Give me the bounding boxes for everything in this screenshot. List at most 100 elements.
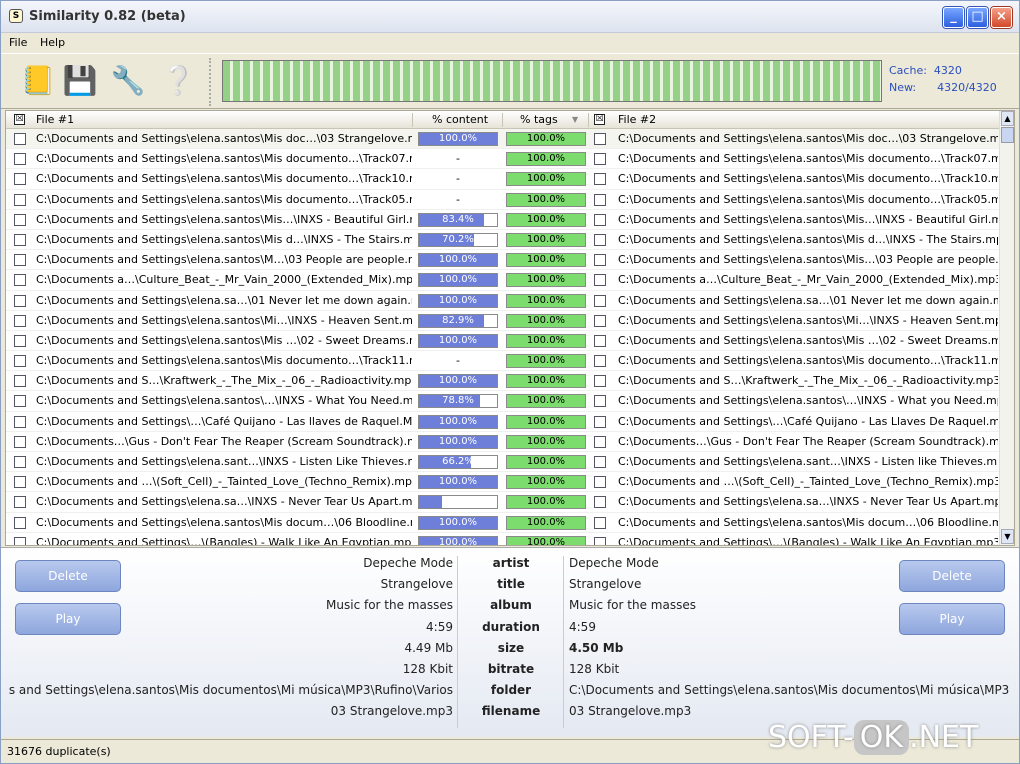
row-checkbox-1[interactable] bbox=[14, 193, 26, 206]
file1-path: C:\Documents and Settings\elena.santos\M… bbox=[36, 172, 412, 186]
row-checkbox-2[interactable] bbox=[594, 233, 606, 246]
column-file1[interactable]: File #1 bbox=[36, 113, 74, 126]
row-checkbox-2[interactable] bbox=[594, 456, 606, 468]
table-row[interactable]: C:\Documents and Settings\elena.santos\M… bbox=[6, 351, 999, 372]
table-row[interactable]: C:\Documents and Settings\elena.santos\M… bbox=[6, 331, 999, 352]
column-divider[interactable] bbox=[588, 113, 589, 127]
table-row[interactable]: C:\Documents…\Gus - Don't Fear The Reape… bbox=[6, 432, 999, 452]
table-row[interactable]: C:\Documents and Settings\elena.santos\M… bbox=[6, 190, 999, 210]
row-checkbox-1[interactable] bbox=[14, 375, 26, 388]
row-checkbox-1[interactable] bbox=[14, 254, 26, 267]
row-checkbox-1[interactable] bbox=[14, 476, 26, 489]
row-checkbox-1[interactable] bbox=[14, 415, 26, 428]
row-checkbox-1[interactable] bbox=[14, 516, 26, 529]
help-book-icon[interactable]: ❔ bbox=[159, 59, 197, 103]
content-match-bar: 100.0% bbox=[418, 475, 498, 490]
close-button[interactable]: × bbox=[991, 7, 1012, 28]
content-match-label: 100.0% bbox=[438, 375, 478, 387]
column-content[interactable]: % content bbox=[432, 113, 488, 126]
row-checkbox-2[interactable] bbox=[594, 334, 606, 347]
row-checkbox-2[interactable] bbox=[594, 274, 606, 287]
row-checkbox-2[interactable] bbox=[594, 294, 606, 307]
table-row[interactable]: C:\Documents and Settings\…\(Bangles) - … bbox=[6, 533, 999, 545]
row-checkbox-1[interactable] bbox=[14, 456, 26, 468]
row-checkbox-1[interactable] bbox=[14, 536, 26, 545]
row-checkbox-1[interactable] bbox=[14, 213, 26, 226]
wrench-icon[interactable]: 🔧 bbox=[109, 59, 147, 103]
column-divider[interactable] bbox=[502, 113, 503, 127]
table-row[interactable]: C:\Documents and Settings\elena.santos\M… bbox=[6, 250, 999, 271]
scroll-thumb[interactable] bbox=[1001, 127, 1014, 143]
table-row[interactable]: C:\Documents and Settings\elena.santos\M… bbox=[6, 169, 999, 190]
minimize-button[interactable]: _ bbox=[943, 7, 964, 28]
maximize-button[interactable]: □ bbox=[967, 7, 988, 28]
row-checkbox-2[interactable] bbox=[594, 516, 606, 529]
table-row[interactable]: C:\Documents and Settings\elena.santos\M… bbox=[6, 149, 999, 170]
file2-path: C:\Documents and Settings\elena.santos\M… bbox=[618, 333, 998, 347]
content-match-label: 70.2% bbox=[442, 233, 474, 245]
tags-match-bar: 100.0% bbox=[506, 313, 586, 328]
row-checkbox-2[interactable] bbox=[594, 536, 606, 545]
row-checkbox-1[interactable] bbox=[14, 355, 26, 368]
file2-path: C:\Documents and Settings\elena.santos\M… bbox=[618, 212, 998, 226]
detail-key-filename: filename bbox=[481, 704, 541, 719]
duplicates-table: ☒ File #1 % content % tags ▼ ☒ File #2 C… bbox=[5, 110, 1015, 546]
row-checkbox-2[interactable] bbox=[594, 193, 606, 206]
row-checkbox-1[interactable] bbox=[14, 274, 26, 287]
content-match-label: 100.0% bbox=[438, 294, 478, 306]
row-checkbox-1[interactable] bbox=[14, 314, 26, 327]
column-divider[interactable] bbox=[412, 113, 413, 127]
row-checkbox-2[interactable] bbox=[594, 415, 606, 428]
row-checkbox-1[interactable] bbox=[14, 395, 26, 408]
table-row[interactable]: C:\Documents and S…\Kraftwerk_-_The_Mix_… bbox=[6, 371, 999, 392]
table-row[interactable]: C:\Documents a…\Culture_Beat_-_Mr_Vain_2… bbox=[6, 270, 999, 291]
row-checkbox-1[interactable] bbox=[14, 334, 26, 347]
row-checkbox-1[interactable] bbox=[14, 233, 26, 246]
row-checkbox-2[interactable] bbox=[594, 173, 606, 186]
select-all-checkbox-2[interactable]: ☒ bbox=[594, 114, 605, 125]
row-checkbox-1[interactable] bbox=[14, 435, 26, 448]
open-book-icon[interactable]: 📒 bbox=[19, 59, 57, 103]
column-file2[interactable]: File #2 bbox=[618, 113, 656, 126]
row-checkbox-1[interactable] bbox=[14, 294, 26, 307]
row-checkbox-1[interactable] bbox=[14, 496, 26, 509]
row-checkbox-1[interactable] bbox=[14, 133, 26, 145]
save-disk-icon[interactable]: 💾 bbox=[61, 59, 99, 103]
row-checkbox-2[interactable] bbox=[594, 496, 606, 509]
row-checkbox-2[interactable] bbox=[594, 254, 606, 267]
row-checkbox-2[interactable] bbox=[594, 133, 606, 145]
row-checkbox-2[interactable] bbox=[594, 395, 606, 408]
table-row[interactable]: C:\Documents and Settings\elena.santos\M… bbox=[6, 230, 999, 251]
detail-key-size: size bbox=[497, 640, 525, 655]
table-row[interactable]: C:\Documents and …\(Soft_Cell)_-_Tainted… bbox=[6, 472, 999, 493]
table-row[interactable]: C:\Documents and Settings\…\Café Quijano… bbox=[6, 412, 999, 432]
title-bar[interactable]: S Similarity 0.82 (beta) _ □ × bbox=[1, 1, 1019, 33]
vertical-scrollbar[interactable]: ▲ ▼ bbox=[999, 111, 1014, 545]
row-checkbox-1[interactable] bbox=[14, 153, 26, 166]
row-checkbox-2[interactable] bbox=[594, 355, 606, 368]
table-row[interactable]: C:\Documents and Settings\elena.santos\M… bbox=[6, 210, 999, 230]
row-checkbox-2[interactable] bbox=[594, 213, 606, 226]
row-checkbox-2[interactable] bbox=[594, 476, 606, 489]
content-match-bar: 100.0% bbox=[418, 374, 498, 389]
row-checkbox-1[interactable] bbox=[14, 173, 26, 186]
row-checkbox-2[interactable] bbox=[594, 375, 606, 388]
menu-help[interactable]: Help bbox=[40, 36, 65, 49]
detail-left-value: 4.49 Mb bbox=[404, 640, 453, 655]
toolbar-grip[interactable] bbox=[209, 58, 215, 106]
row-checkbox-2[interactable] bbox=[594, 435, 606, 448]
row-checkbox-2[interactable] bbox=[594, 153, 606, 166]
column-tags[interactable]: % tags bbox=[520, 113, 558, 126]
scroll-up-button[interactable]: ▲ bbox=[1001, 111, 1014, 126]
table-row[interactable]: C:\Documents and Settings\elena.santos\M… bbox=[6, 129, 999, 150]
table-row[interactable]: C:\Documents and Settings\elena.sa…\INXS… bbox=[6, 492, 999, 513]
scroll-down-button[interactable]: ▼ bbox=[1001, 529, 1014, 544]
table-row[interactable]: C:\Documents and Settings\elena.sant…\IN… bbox=[6, 452, 999, 473]
table-row[interactable]: C:\Documents and Settings\elena.santos\…… bbox=[6, 391, 999, 412]
row-checkbox-2[interactable] bbox=[594, 314, 606, 327]
menu-file[interactable]: File bbox=[9, 36, 27, 49]
table-row[interactable]: C:\Documents and Settings\elena.sa…\01 N… bbox=[6, 291, 999, 311]
select-all-checkbox-1[interactable]: ☒ bbox=[14, 114, 25, 125]
table-row[interactable]: C:\Documents and Settings\elena.santos\M… bbox=[6, 513, 999, 533]
table-row[interactable]: C:\Documents and Settings\elena.santos\M… bbox=[6, 311, 999, 331]
